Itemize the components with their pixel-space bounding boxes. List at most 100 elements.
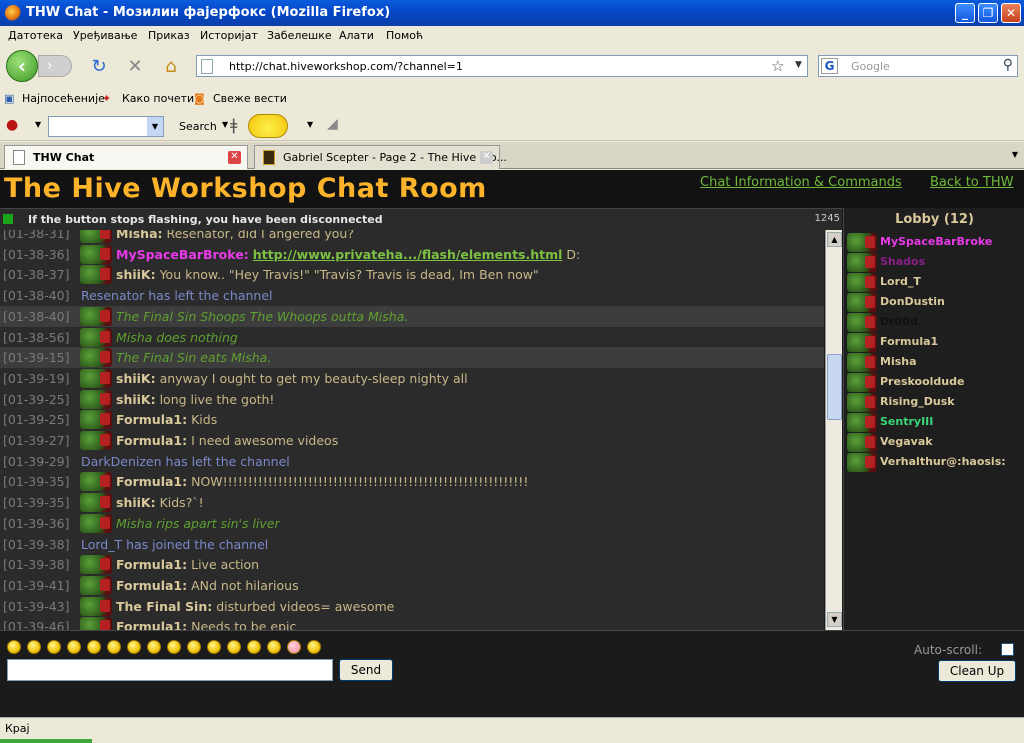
smiley-icon[interactable] bbox=[167, 640, 181, 654]
highlight-icon[interactable]: ◢ bbox=[327, 116, 338, 132]
smiley-icon[interactable] bbox=[287, 640, 301, 654]
chat-message: [01-39-29] DarkDenizen has left the chann… bbox=[0, 451, 824, 472]
chat-message: [01-39-38] Lord_T has joined the channel bbox=[0, 534, 824, 555]
smiley-icon[interactable] bbox=[307, 640, 321, 654]
autoscroll-label: Auto-scroll: bbox=[914, 643, 982, 657]
bookmark-most-visited[interactable]: Најпосећеније bbox=[22, 92, 105, 105]
lobby-user[interactable]: Preskooldude bbox=[844, 372, 1024, 392]
send-button[interactable]: Send bbox=[339, 659, 393, 681]
lobby-user[interactable]: Misha bbox=[844, 352, 1024, 372]
menu-tools[interactable]: Алати bbox=[339, 29, 374, 42]
smiley-icon[interactable] bbox=[27, 640, 41, 654]
tab-close-icon[interactable]: ✕ bbox=[228, 151, 241, 164]
message-author[interactable]: Misha: bbox=[116, 230, 163, 241]
smiley-icon[interactable] bbox=[107, 640, 121, 654]
home-icon[interactable]: ⌂ bbox=[160, 56, 182, 78]
scroll-down-arrow-icon[interactable]: ▼ bbox=[827, 612, 842, 627]
search-box[interactable]: G Google ⚲ bbox=[818, 55, 1018, 77]
smiley-icon[interactable] bbox=[207, 640, 221, 654]
message-author[interactable]: The Final Sin: bbox=[116, 599, 212, 614]
message-author[interactable]: MySpaceBarBroke: bbox=[116, 247, 249, 262]
stop-icon[interactable]: ✕ bbox=[124, 56, 146, 78]
smiley-icon[interactable] bbox=[7, 640, 21, 654]
menu-history[interactable]: Историјат bbox=[200, 29, 258, 42]
url-dropdown-icon[interactable]: ▼ bbox=[795, 60, 802, 70]
tab-list-icon[interactable]: ▼ bbox=[1012, 150, 1018, 159]
avatar bbox=[80, 555, 112, 575]
smiley-icon[interactable] bbox=[227, 640, 241, 654]
message-author[interactable]: Formula1: bbox=[116, 619, 187, 630]
smiley-dropdown-icon[interactable]: ▼ bbox=[307, 120, 313, 129]
lobby-user[interactable]: Lord_T bbox=[844, 272, 1024, 292]
smiley-icon[interactable] bbox=[147, 640, 161, 654]
smiley-icon[interactable] bbox=[67, 640, 81, 654]
scroll-up-arrow-icon[interactable]: ▲ bbox=[827, 232, 842, 247]
message-author[interactable]: shiiK: bbox=[116, 371, 156, 386]
message-author[interactable]: Formula1: bbox=[116, 557, 187, 572]
addon-dropdown-icon[interactable]: ▼ bbox=[35, 120, 41, 129]
lobby-user[interactable]: Rising_Dusk bbox=[844, 392, 1024, 412]
lobby-user[interactable]: MySpaceBarBroke bbox=[844, 232, 1024, 252]
lobby-user[interactable]: Dr00d bbox=[844, 312, 1024, 332]
google-icon[interactable]: G bbox=[821, 58, 838, 74]
tab-gabriel-scepter[interactable]: Gabriel Scepter - Page 2 - The Hive Wo..… bbox=[254, 145, 507, 169]
tab-close-icon[interactable]: ✕ bbox=[480, 151, 493, 164]
message-text: ANd not hilarious bbox=[191, 577, 299, 593]
tab-thw-chat[interactable]: THW Chat ✕ bbox=[4, 145, 248, 169]
smiley-icon[interactable] bbox=[47, 640, 61, 654]
search-dropdown-icon[interactable]: ▼ bbox=[222, 120, 228, 129]
addon-logo-icon[interactable]: ● bbox=[6, 117, 18, 133]
smiley-icon[interactable] bbox=[187, 640, 201, 654]
menu-help[interactable]: Помоћ bbox=[386, 29, 423, 42]
search-icon[interactable]: ⚲ bbox=[1003, 57, 1013, 73]
menu-view[interactable]: Приказ bbox=[148, 29, 190, 42]
lobby-user-name: Dr00d bbox=[880, 315, 918, 328]
message-body: Formula1: Kids bbox=[116, 409, 217, 430]
maximize-button[interactable]: ❐ bbox=[978, 3, 998, 23]
lobby-user[interactable]: Vegavak bbox=[844, 432, 1024, 452]
back-button[interactable]: ‹ bbox=[6, 50, 38, 82]
chat-info-link[interactable]: Chat Information & Commands bbox=[700, 175, 902, 190]
smiley-icon[interactable] bbox=[127, 640, 141, 654]
message-author[interactable]: Formula1: bbox=[116, 578, 187, 593]
reload-icon[interactable]: ↻ bbox=[88, 56, 110, 78]
message-author[interactable]: Formula1: bbox=[116, 412, 187, 427]
menu-edit[interactable]: Уређивање bbox=[73, 29, 137, 42]
bookmark-latest-news[interactable]: Свеже вести bbox=[213, 92, 287, 105]
close-button[interactable]: ✕ bbox=[1001, 3, 1021, 23]
lobby-user[interactable]: SentryIII bbox=[844, 412, 1024, 432]
smiley-icon[interactable] bbox=[87, 640, 101, 654]
bookmark-star-icon[interactable]: ☆ bbox=[771, 57, 784, 75]
message-author[interactable]: shiiK: bbox=[116, 392, 156, 407]
message-input[interactable] bbox=[7, 659, 333, 681]
menu-bookmarks[interactable]: Забелешке bbox=[267, 29, 332, 42]
addon-search-input[interactable]: ▼ bbox=[48, 116, 164, 137]
message-author[interactable]: shiiK: bbox=[116, 495, 156, 510]
url-bar[interactable]: http://chat.hiveworkshop.com/?channel=1 … bbox=[196, 55, 808, 77]
back-to-thw-link[interactable]: Back to THW bbox=[930, 175, 1013, 190]
separator-icon: ǂ bbox=[230, 115, 238, 134]
message-author[interactable]: Formula1: bbox=[116, 433, 187, 448]
lobby-user[interactable]: Verhalthur@:haosis: bbox=[844, 452, 1024, 472]
addon-search-button[interactable]: Search bbox=[179, 120, 217, 133]
autoscroll-checkbox[interactable] bbox=[1001, 643, 1014, 656]
smiley-icon[interactable] bbox=[247, 640, 261, 654]
minimize-button[interactable]: _ bbox=[955, 3, 975, 23]
lobby-user[interactable]: Shados bbox=[844, 252, 1024, 272]
smiley-icon[interactable] bbox=[267, 640, 281, 654]
smiley-addon-icon[interactable] bbox=[248, 114, 288, 138]
chat-scrollbar[interactable]: ▲ ▼ bbox=[825, 230, 842, 630]
scroll-thumb[interactable] bbox=[827, 354, 842, 420]
message-author[interactable]: Formula1: bbox=[116, 474, 187, 489]
lobby-user[interactable]: DonDustin bbox=[844, 292, 1024, 312]
cleanup-button[interactable]: Clean Up bbox=[938, 660, 1016, 682]
menu-file[interactable]: Датотека bbox=[8, 29, 63, 42]
forward-button[interactable]: › bbox=[38, 55, 72, 77]
lobby-user[interactable]: Formula1 bbox=[844, 332, 1024, 352]
message-author[interactable]: shiiK: bbox=[116, 267, 156, 282]
message-link[interactable]: http://www.privateha.../flash/elements.h… bbox=[253, 247, 563, 262]
message-timestamp: [01-38-40] bbox=[3, 308, 70, 324]
bookmark-getting-started[interactable]: Како почети bbox=[122, 92, 194, 105]
message-text: Resenator, did I angered you? bbox=[166, 230, 354, 241]
addon-input-dropdown-icon[interactable]: ▼ bbox=[147, 117, 163, 136]
